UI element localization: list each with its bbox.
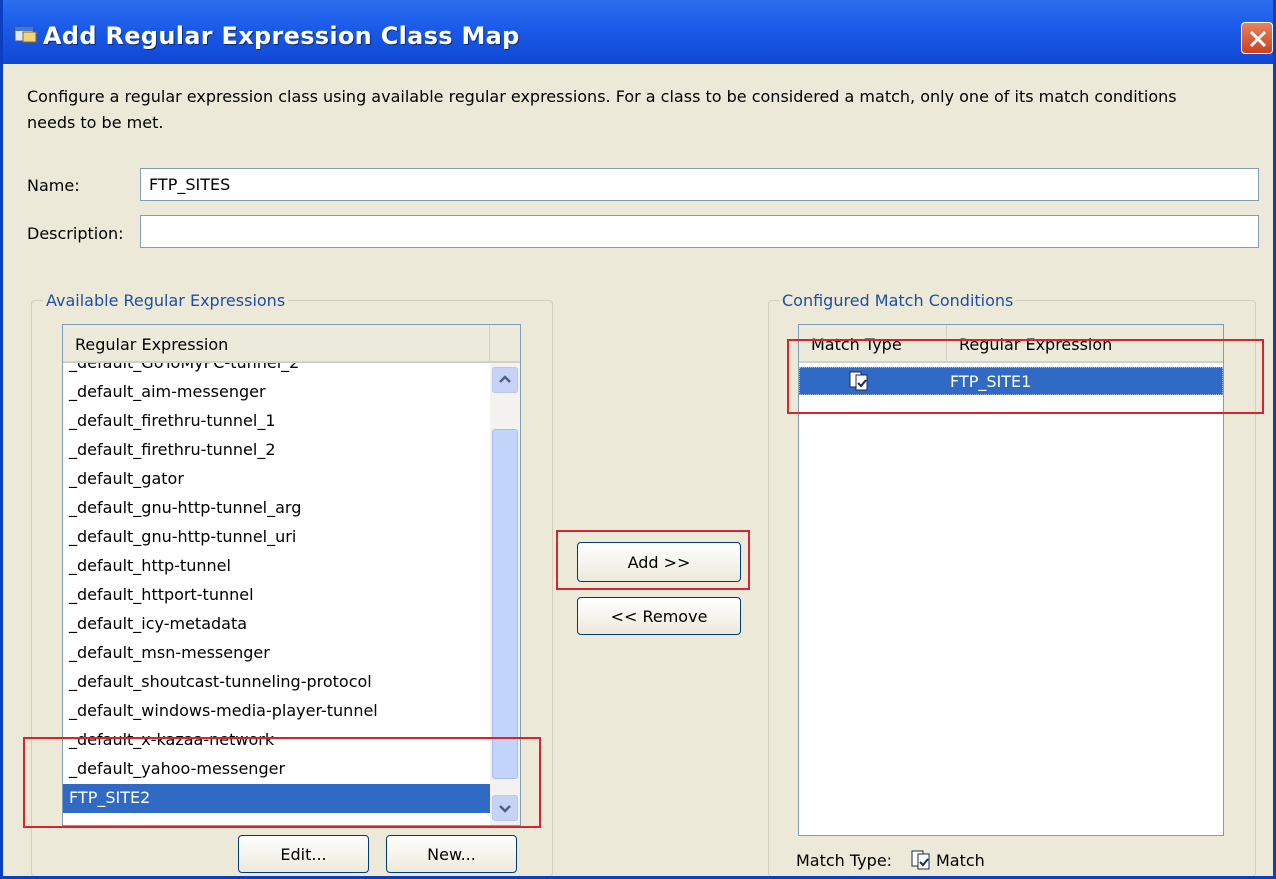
app-window-icon (14, 24, 38, 44)
list-item[interactable]: _default_firethru-tunnel_2 (63, 436, 490, 465)
edit-button[interactable]: Edit... (238, 835, 369, 873)
list-item[interactable]: _default_x-kazaa-network (63, 726, 490, 755)
list-item[interactable]: _default_aim-messenger (63, 378, 490, 407)
description-input[interactable] (140, 215, 1259, 248)
list-item[interactable]: _default_windows-media-player-tunnel (63, 697, 490, 726)
match-icon (910, 849, 932, 875)
match-type-footer-value: Match (936, 851, 985, 870)
list-item[interactable]: _default_icy-metadata (63, 610, 490, 639)
vertical-scrollbar[interactable] (490, 363, 520, 825)
name-input[interactable]: FTP_SITES (140, 168, 1259, 201)
list-item[interactable]: _default_yahoo-messenger (63, 755, 490, 784)
column-header-regex[interactable]: Regular Expression (63, 325, 490, 363)
add-button[interactable]: Add >> (577, 542, 741, 582)
configured-match-legend: Configured Match Conditions (779, 291, 1017, 310)
chevron-up-icon (499, 375, 511, 383)
dialog-title: Add Regular Expression Class Map (43, 22, 520, 50)
remove-button[interactable]: << Remove (577, 597, 741, 635)
list-item[interactable]: _default_GoToMyPC-tunnel_2 (63, 363, 490, 378)
scroll-down-button[interactable] (492, 795, 518, 821)
list-item[interactable]: _default_shoutcast-tunneling-protocol (63, 668, 490, 697)
close-button[interactable] (1241, 22, 1273, 54)
table-cell-regex: FTP_SITE1 (950, 372, 1032, 391)
match-icon (848, 370, 870, 396)
match-type-footer-label: Match Type: (796, 851, 893, 870)
list-item[interactable]: _default_gnu-http-tunnel_arg (63, 494, 490, 523)
available-regex-rows: _default_GoToMyPC-tunnel_2 _default_aim-… (63, 363, 490, 825)
list-item[interactable]: _default_msn-messenger (63, 639, 490, 668)
description-label: Description: (27, 224, 124, 243)
title-bar[interactable]: Add Regular Expression Class Map (3, 0, 1273, 64)
scroll-up-button[interactable] (492, 367, 518, 393)
close-icon (1249, 30, 1267, 48)
available-regex-list[interactable]: Regular Expression _default_GoToMyPC-tun… (62, 324, 521, 826)
dialog-window: Add Regular Expression Class Map Configu… (0, 0, 1276, 879)
scrollbar-thumb[interactable] (492, 429, 518, 779)
dialog-description: Configure a regular expression class usi… (27, 87, 1177, 132)
name-label: Name: (27, 176, 80, 195)
list-item[interactable]: _default_http-tunnel (63, 552, 490, 581)
available-regex-legend: Available Regular Expressions (43, 291, 289, 310)
list-item[interactable]: _default_gnu-http-tunnel_uri (63, 523, 490, 552)
list-item[interactable]: _default_firethru-tunnel_1 (63, 407, 490, 436)
table-row[interactable]: FTP_SITE1 (799, 367, 1223, 395)
list-item[interactable]: _default_gator (63, 465, 490, 494)
column-header-match-type[interactable]: Match Type (799, 325, 947, 363)
column-header-regular-expression[interactable]: Regular Expression (947, 325, 1223, 363)
column-header-spacer (490, 325, 520, 363)
list-item-selected[interactable]: FTP_SITE2 (63, 784, 490, 813)
new-button[interactable]: New... (386, 835, 517, 873)
chevron-down-icon (499, 805, 511, 813)
list-item[interactable]: _default_httport-tunnel (63, 581, 490, 610)
configured-match-table[interactable]: Match Type Regular Expression FTP_SITE1 (798, 324, 1224, 836)
